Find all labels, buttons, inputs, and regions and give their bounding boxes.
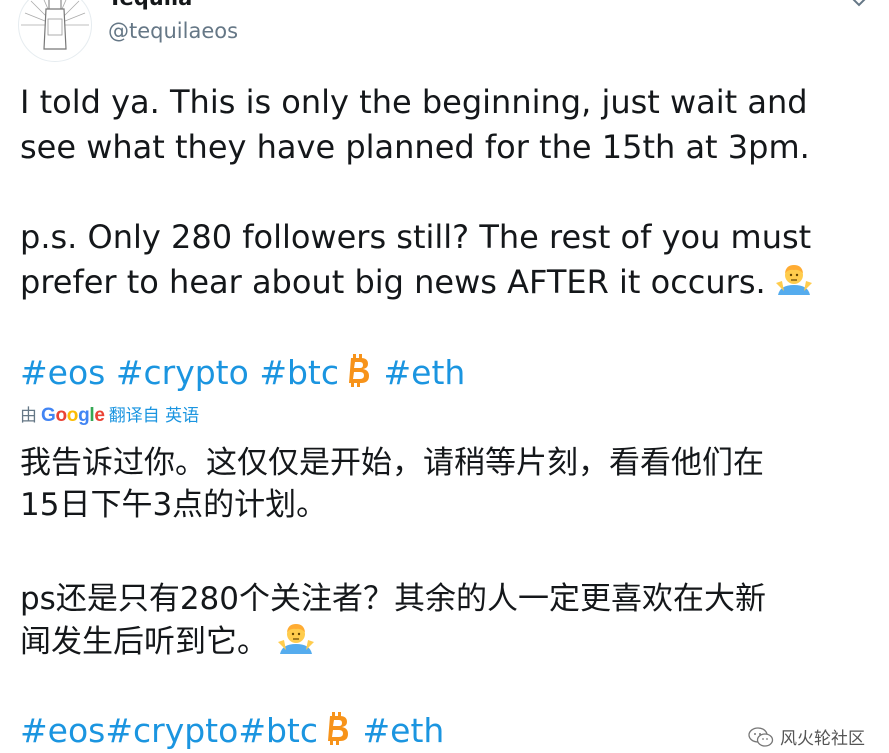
user-handle[interactable]: @tequilaeos bbox=[108, 18, 238, 44]
translated-from-link[interactable]: 翻译自 英语 bbox=[109, 406, 199, 426]
hashtag-link[interactable]: #btc bbox=[238, 711, 318, 750]
hashtag-link[interactable]: #eth bbox=[363, 711, 445, 750]
translated-line-with-emoji: 闻发生后听到它。 bbox=[20, 620, 766, 663]
tweet-line: see what they have planned for the 15th … bbox=[20, 128, 810, 166]
bitcoin-icon bbox=[349, 354, 369, 387]
hashtag-link[interactable]: #crypto bbox=[116, 353, 249, 392]
bitcoin-icon bbox=[328, 712, 348, 745]
translated-line: 闻发生后听到它。 bbox=[20, 624, 268, 660]
watermark-text: 风火轮社区 bbox=[780, 729, 865, 749]
tweet-text-paragraph-2: p.s. Only 280 followers still? The rest … bbox=[20, 215, 870, 305]
tweet-line: p.s. Only 280 followers still? The rest … bbox=[20, 218, 812, 256]
translated-line: 我告诉过你。这仅仅是开始，请稍等片刻，看看他们在 bbox=[20, 445, 764, 481]
translated-paragraph-2: ps还是只有280个关注者？其余的人一定更喜欢在大新 闻发生后听到它。 bbox=[20, 578, 766, 663]
hashtags-zh: #eos#crypto#btc #eth bbox=[20, 708, 444, 753]
tweet-text-paragraph-1: I told ya. This is only the beginning, j… bbox=[20, 80, 870, 170]
hashtag-link[interactable]: #crypto bbox=[105, 711, 238, 750]
tweet-line: prefer to hear about big news AFTER it o… bbox=[20, 263, 766, 301]
hashtag-link[interactable]: #btc bbox=[259, 353, 339, 392]
translated-line: 15日下午3点的计划。 bbox=[20, 487, 328, 523]
wechat-icon bbox=[748, 726, 774, 747]
hashtags-en: #eos #crypto #btc #eth bbox=[20, 350, 465, 395]
hashtag-link[interactable]: #eos bbox=[20, 353, 105, 392]
google-logo: Google bbox=[41, 405, 105, 426]
avatar[interactable] bbox=[18, 0, 92, 62]
man-shrugging-emoji bbox=[775, 265, 812, 295]
tweet-line: I told ya. This is only the beginning, j… bbox=[20, 83, 808, 121]
tweet-line-with-emoji: prefer to hear about big news AFTER it o… bbox=[20, 260, 870, 305]
translation-bar[interactable]: 由 Google 翻译自 英语 bbox=[20, 402, 199, 430]
translated-line: ps还是只有280个关注者？其余的人一定更喜欢在大新 bbox=[20, 581, 766, 617]
translation-by-label: 由 bbox=[20, 406, 37, 426]
tequila-bottle-icon bbox=[21, 0, 89, 50]
hashtag-link[interactable]: #eos bbox=[20, 711, 105, 750]
chevron-down-icon[interactable] bbox=[847, 0, 871, 14]
watermark: 风火轮社区 bbox=[748, 724, 865, 749]
hashtag-link[interactable]: #eth bbox=[384, 353, 466, 392]
translated-paragraph-1: 我告诉过你。这仅仅是开始，请稍等片刻，看看他们在 15日下午3点的计划。 bbox=[20, 442, 764, 526]
display-name[interactable]: Tequila bbox=[108, 0, 192, 10]
man-shrugging-emoji bbox=[278, 624, 314, 654]
